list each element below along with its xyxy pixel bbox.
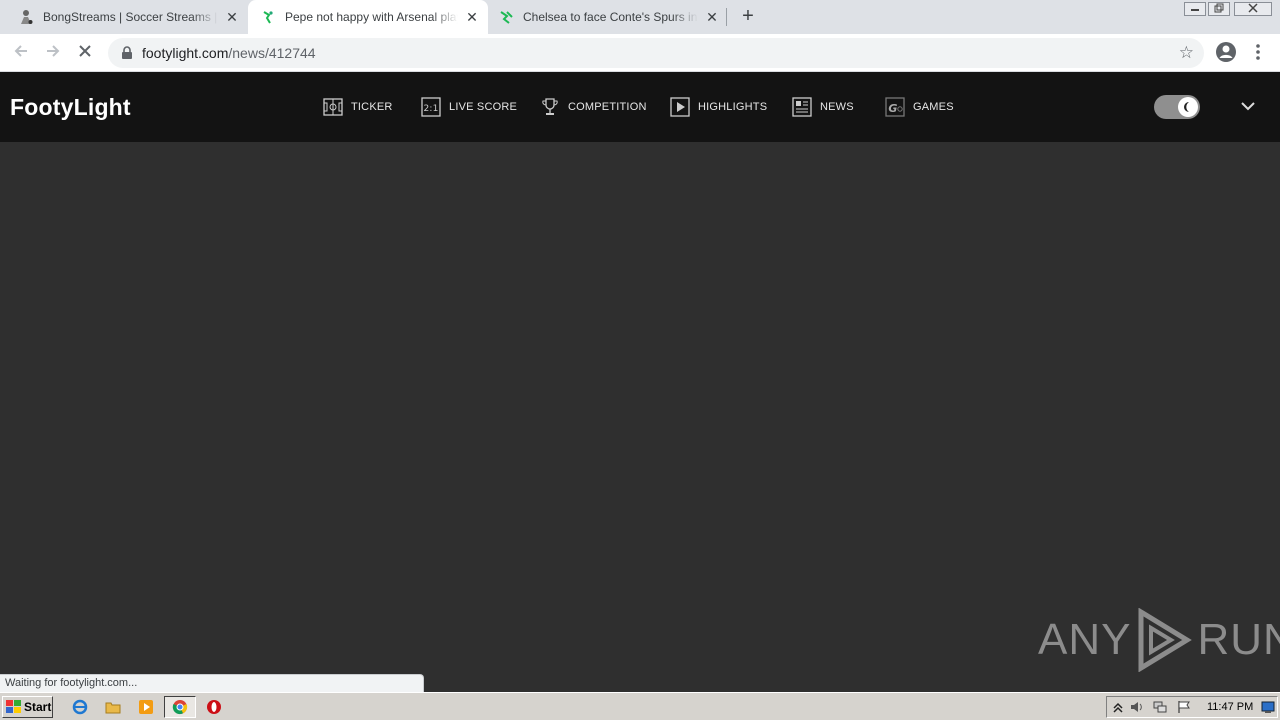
stop-loading-button[interactable] (74, 42, 96, 64)
watermark-play-icon (1138, 608, 1193, 672)
watermark-right: RUN (1197, 615, 1280, 664)
tab-close-icon[interactable]: ✕ (704, 9, 720, 25)
status-bubble: Waiting for footylight.com... (0, 674, 424, 692)
tab-chelsea[interactable]: Chelsea to face Conte's Spurs in EFL ✕ (488, 0, 728, 34)
gamepad-icon: G (885, 97, 905, 117)
soccer-player-icon (18, 9, 34, 25)
start-button[interactable]: Start (2, 696, 53, 718)
nav-item-highlights[interactable]: HIGHLIGHTS (670, 96, 767, 118)
minimize-icon (1191, 9, 1199, 11)
newspaper-icon (792, 97, 812, 117)
footylight-icon (260, 9, 276, 25)
url-domain: footylight.com (142, 45, 229, 61)
profile-icon[interactable] (1215, 41, 1237, 63)
nav-label: TICKER (351, 101, 393, 113)
tab-pepe[interactable]: Pepe not happy with Arsenal playing ✕ (248, 0, 488, 34)
opera-icon[interactable] (206, 699, 222, 715)
svg-text:G: G (888, 102, 897, 115)
arrow-right-icon (47, 45, 60, 57)
internet-explorer-icon[interactable] (72, 699, 88, 715)
tab-strip: BongStreams | Soccer Streams | NBA ✕ Pep… (0, 0, 1280, 34)
tab-bongstreams[interactable]: BongStreams | Soccer Streams | NBA ✕ (0, 0, 248, 34)
nav-item-news[interactable]: NEWS (792, 96, 854, 118)
nav-item-games[interactable]: G GAMES (885, 96, 954, 118)
taskbar-chrome-button[interactable] (164, 696, 196, 718)
nav-item-live-score[interactable]: 2:1 LIVE SCORE (421, 96, 517, 118)
theme-toggle-knob (1178, 97, 1198, 117)
tab-title: BongStreams | Soccer Streams | NBA (43, 10, 218, 24)
theme-toggle[interactable] (1154, 95, 1200, 119)
browser-toolbar: footylight.com/news/412744 ☆ (0, 34, 1280, 72)
tab-title: Pepe not happy with Arsenal playing (285, 10, 458, 24)
forward-button[interactable] (42, 42, 64, 64)
system-tray: 11:47 PM (1106, 696, 1278, 718)
show-desktop-icon[interactable] (1261, 700, 1275, 714)
chrome-icon (172, 700, 188, 715)
flag-icon[interactable] (1177, 700, 1191, 714)
kebab-menu-icon[interactable] (1250, 41, 1266, 63)
nav-item-ticker[interactable]: TICKER (323, 96, 393, 118)
tab-close-icon[interactable]: ✕ (224, 9, 240, 25)
close-icon (79, 45, 91, 57)
start-label: Start (24, 700, 52, 714)
back-button[interactable] (10, 42, 32, 64)
anyrun-watermark: ANY RUN (1038, 608, 1280, 672)
site-logo[interactable]: FootyLight (10, 94, 131, 121)
tab-close-icon[interactable]: ✕ (464, 9, 480, 25)
moon-icon (1184, 102, 1189, 112)
svg-text:2:1: 2:1 (423, 104, 438, 114)
url-text: footylight.com/news/412744 (142, 45, 316, 61)
nav-item-competition[interactable]: COMPETITION (540, 96, 647, 118)
bookmark-star-icon[interactable]: ☆ (1179, 43, 1194, 63)
watermark-left: ANY (1038, 615, 1132, 664)
site-header: FootyLight TICKER 2:1 LIVE SCORE COMPETI… (0, 72, 1280, 142)
tab-separator (726, 8, 727, 26)
chevron-down-icon[interactable] (1240, 100, 1256, 112)
arrow-left-icon (14, 45, 27, 57)
tab-title: Chelsea to face Conte's Spurs in EFL (523, 10, 698, 24)
trophy-icon (540, 97, 560, 117)
windows-logo-icon (6, 700, 21, 713)
address-bar[interactable]: footylight.com/news/412744 ☆ (108, 38, 1204, 68)
tray-expand-icon[interactable] (1111, 700, 1125, 714)
clock: 11:47 PM (1207, 701, 1254, 713)
pitch-icon (323, 97, 343, 117)
lock-icon (122, 46, 132, 59)
restore-button[interactable] (1208, 2, 1230, 16)
close-window-button[interactable] (1234, 2, 1272, 16)
windows-taskbar: Start 11:47 PM (0, 692, 1280, 720)
nav-label: HIGHLIGHTS (698, 101, 768, 113)
play-icon (670, 97, 690, 117)
media-player-icon[interactable] (138, 699, 154, 715)
close-icon (1248, 3, 1258, 13)
minimize-button[interactable] (1184, 2, 1206, 16)
url-path: /news/412744 (228, 45, 316, 61)
nav-label: COMPETITION (568, 101, 647, 113)
nav-label: GAMES (913, 101, 954, 113)
nav-label: LIVE SCORE (449, 101, 518, 113)
volume-icon[interactable] (1130, 700, 1144, 714)
restore-icon (1214, 3, 1224, 13)
folder-icon[interactable] (105, 699, 121, 715)
new-tab-button[interactable]: + (737, 6, 759, 28)
network-icon[interactable] (1153, 700, 1167, 714)
scoreboard-icon: 2:1 (421, 97, 441, 117)
nav-label: NEWS (820, 101, 854, 113)
footylight-icon (498, 9, 514, 25)
